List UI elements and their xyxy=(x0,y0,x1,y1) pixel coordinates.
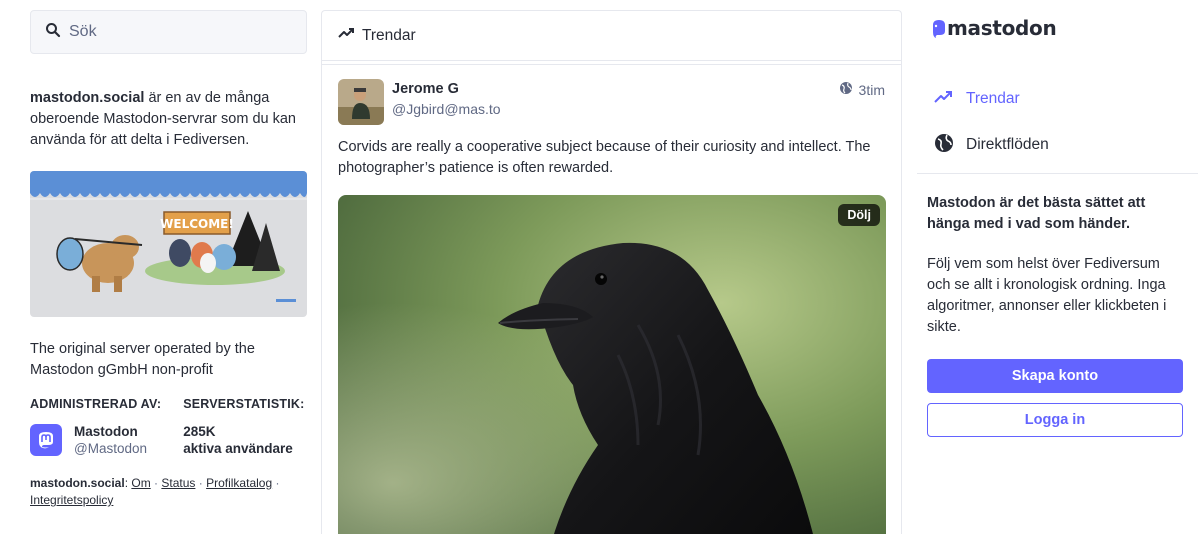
left-sidebar: Sök mastodon.social är en av de många ob… xyxy=(30,10,307,509)
mastodon-logo-avatar xyxy=(30,424,62,456)
signup-promo: Mastodon är det bästa sättet att hänga m… xyxy=(927,193,1183,338)
login-button[interactable]: Logga in xyxy=(927,403,1183,437)
sidebar-divider xyxy=(917,173,1198,174)
hide-media-button[interactable]: Dölj xyxy=(838,204,880,226)
post-author-name[interactable]: Jerome G xyxy=(392,81,501,97)
stats-section: SERVERSTATISTIK: 285K aktiva användare xyxy=(183,397,304,457)
trending-column: Trendar Jerome G @Jgbird@mas.to 3tim Cor… xyxy=(321,10,902,534)
server-hero-image: WELCOME! xyxy=(30,171,307,317)
admin-section: ADMINISTRERAD AV: Mastodon @Mastodon xyxy=(30,397,161,457)
globe-icon xyxy=(934,133,966,158)
trending-icon xyxy=(934,87,966,112)
active-users-label: aktiva användare xyxy=(183,441,293,456)
post-media-image[interactable]: Dölj xyxy=(338,195,886,534)
admin-handle: @Mastodon xyxy=(74,441,147,456)
active-users-count: 285K xyxy=(183,424,216,439)
mastodon-logo-icon xyxy=(933,20,945,38)
nav-item-label: Trendar xyxy=(966,90,1020,107)
footer-link-status[interactable]: Status xyxy=(161,476,195,490)
promo-body: Följ vem som helst över Fediversum och s… xyxy=(927,256,1167,335)
footer-dot: · xyxy=(272,476,280,490)
footer-dot: · xyxy=(150,476,162,490)
footer-colon: : xyxy=(124,476,129,490)
trending-icon xyxy=(338,24,362,47)
server-about: mastodon.social är en av de många oberoe… xyxy=(30,88,307,151)
column-title: Trendar xyxy=(362,26,416,44)
server-name: mastodon.social xyxy=(30,90,145,106)
nav-item-live-feeds[interactable]: Direktflöden xyxy=(917,122,1183,168)
footer-link-about[interactable]: Om xyxy=(131,476,150,490)
search-placeholder: Sök xyxy=(69,23,97,40)
status-post[interactable]: Jerome G @Jgbird@mas.to 3tim Corvids are… xyxy=(322,65,901,534)
mastodon-logo[interactable]: mastodon xyxy=(931,16,1057,40)
admin-account[interactable]: Mastodon @Mastodon xyxy=(30,423,161,457)
post-content: Corvids are really a cooperative subject… xyxy=(338,139,871,176)
create-account-button[interactable]: Skapa konto xyxy=(927,359,1183,393)
search-input[interactable]: Sök xyxy=(30,10,307,54)
post-author-handle[interactable]: @Jgbird@mas.to xyxy=(392,101,501,117)
nav-item-label: Direktflöden xyxy=(966,136,1049,153)
globe-icon xyxy=(839,81,853,98)
promo-title: Mastodon är det bästa sättet att hänga m… xyxy=(927,195,1146,232)
footer-server-name: mastodon.social xyxy=(30,476,125,490)
admin-heading: ADMINISTRERAD AV: xyxy=(30,397,162,411)
brand-wordmark: mastodon xyxy=(947,16,1057,40)
footer-link-privacy[interactable]: Integritetspolicy xyxy=(30,493,113,507)
footer-dot: · xyxy=(195,476,207,490)
post-time-text: 3tim xyxy=(858,81,885,98)
server-footer: mastodon.social: Om · Status · Profilkat… xyxy=(30,475,307,509)
nav-item-trending[interactable]: Trendar xyxy=(917,76,1183,122)
server-description: The original server operated by the Mast… xyxy=(30,341,255,378)
avatar[interactable] xyxy=(338,79,384,125)
column-header: Trendar xyxy=(322,11,901,61)
post-timestamp[interactable]: 3tim xyxy=(839,81,885,98)
search-icon xyxy=(45,22,61,43)
admin-name: Mastodon xyxy=(74,424,138,439)
hero-sign-text: WELCOME! xyxy=(160,217,234,231)
sidebar-nav: Trendar Direktflöden xyxy=(917,76,1183,168)
footer-link-directory[interactable]: Profilkatalog xyxy=(206,476,272,490)
server-info: ADMINISTRERAD AV: Mastodon @Mastodon SER… xyxy=(30,397,307,457)
stats-heading: SERVERSTATISTIK: xyxy=(183,397,305,411)
